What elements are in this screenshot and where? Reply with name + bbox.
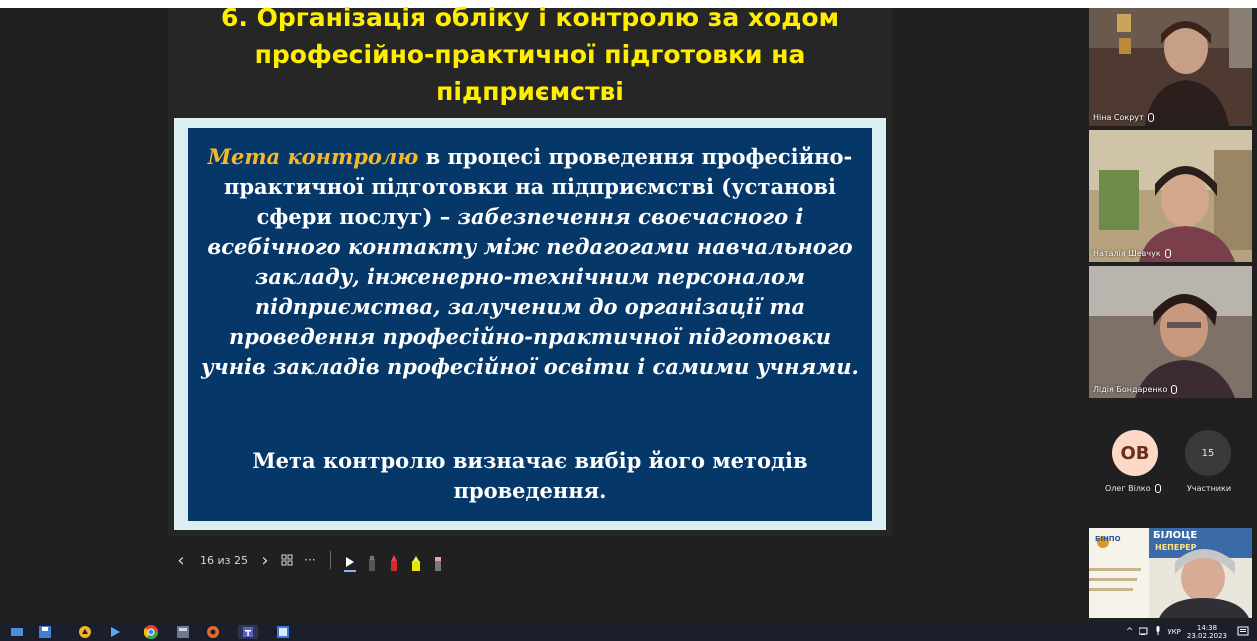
more-options-button[interactable]: ··· [298,547,322,573]
banner-headline: БІЛОЦЕ [1153,530,1198,541]
chrome-icon[interactable] [144,625,158,639]
slide-navigation: ‹ 16 из 25 › ··· [168,545,449,575]
participant-video [1089,8,1252,126]
content-box: Мета контролю в процесі проведення профе… [188,128,872,521]
pointer-tool-icon[interactable] [339,547,361,573]
content-frame: Мета контролю в процесі проведення профе… [174,118,886,530]
language-indicator[interactable]: УКР [1167,628,1180,636]
mic-muted-icon [1171,385,1178,394]
current-user-avatar: ОВ [1112,430,1158,476]
calculator-icon[interactable] [176,625,190,639]
toolbar-divider [330,551,331,569]
highlighter-tool-icon[interactable] [405,547,427,573]
clock-date: 23.02.2023 [1186,631,1227,640]
banner-brand: БІНПО [1095,535,1121,543]
participants-count-button[interactable]: 15 [1185,430,1231,476]
goal-paragraph: Мета контролю в процесі проведення профе… [198,142,862,382]
clock-time: 14:38 [1196,623,1218,632]
task-view-icon[interactable] [10,625,24,639]
participant-name: Ніна Сокрут [1093,113,1144,122]
participant-tile[interactable]: Лідія Бондаренко [1089,266,1252,398]
system-tray: ^ УКР 14:38 23.02.2023 [1126,622,1227,641]
participant-name: Лідія Бондаренко [1093,385,1168,394]
save-icon[interactable] [38,625,52,639]
red-pen-tool-icon[interactable] [383,547,405,573]
participant-name-label: Лідія Бондаренко [1093,385,1178,394]
participant-tile[interactable]: БІНПО БІЛОЦЕ НЕПЕРЕР [1089,528,1252,618]
slide-title: 6. Організація обліку і контролю за ходо… [168,0,892,110]
banner-subline: НЕПЕРЕР [1155,543,1197,552]
goal-term: Мета контролю [207,144,419,169]
participants-label[interactable]: Участники [1187,484,1231,493]
participant-tile[interactable]: Ніна Сокрут [1089,8,1252,126]
participant-video [1089,130,1252,262]
goal-conclusion: Мета контролю визначає вибір його методі… [252,448,808,503]
clock[interactable]: 14:38 23.02.2023 [1187,624,1227,640]
photos-icon[interactable] [276,625,290,639]
participant-name-label: Ніна Сокрут [1093,113,1154,122]
slide-title-line: 6. Організація обліку і контролю за ходо… [220,3,840,32]
participant-tile[interactable]: Наталія Шевчук [1089,130,1252,262]
teams-icon[interactable] [238,625,258,639]
media-player-icon[interactable] [108,625,122,639]
current-user-name: Олег Вілко [1105,484,1151,493]
slide-title-line: підприємстві [436,77,624,106]
microphone-icon[interactable] [1155,626,1161,637]
participant-name-label: Наталія Шевчук [1093,249,1171,258]
current-user-label: Олег Вілко [1105,484,1161,493]
prev-slide-button[interactable]: ‹ [168,547,194,573]
mic-muted-icon [1147,113,1154,122]
participant-name: Наталія Шевчук [1093,249,1161,258]
settings-gear-icon[interactable] [206,625,220,639]
next-slide-button[interactable]: › [254,547,276,573]
grid-view-icon[interactable] [276,547,298,573]
eraser-tool-icon[interactable] [427,547,449,573]
goal-definition: забезпечення своєчасного і всебічного ко… [201,204,859,379]
network-icon[interactable] [1138,627,1149,637]
tray-chevron-icon[interactable]: ^ [1126,627,1134,637]
slide-title-line: професійно-практичної підготовки на [254,40,806,69]
mic-muted-icon [1154,484,1161,493]
participant-video [1089,266,1252,398]
drive-icon[interactable] [78,625,92,639]
slide-counter: 16 из 25 [200,553,248,567]
mic-muted-icon [1164,249,1171,258]
notifications-icon[interactable] [1236,625,1250,639]
shared-slide: 6. Організація обліку і контролю за ходо… [168,3,892,536]
pen-tool-icon[interactable] [361,547,383,573]
